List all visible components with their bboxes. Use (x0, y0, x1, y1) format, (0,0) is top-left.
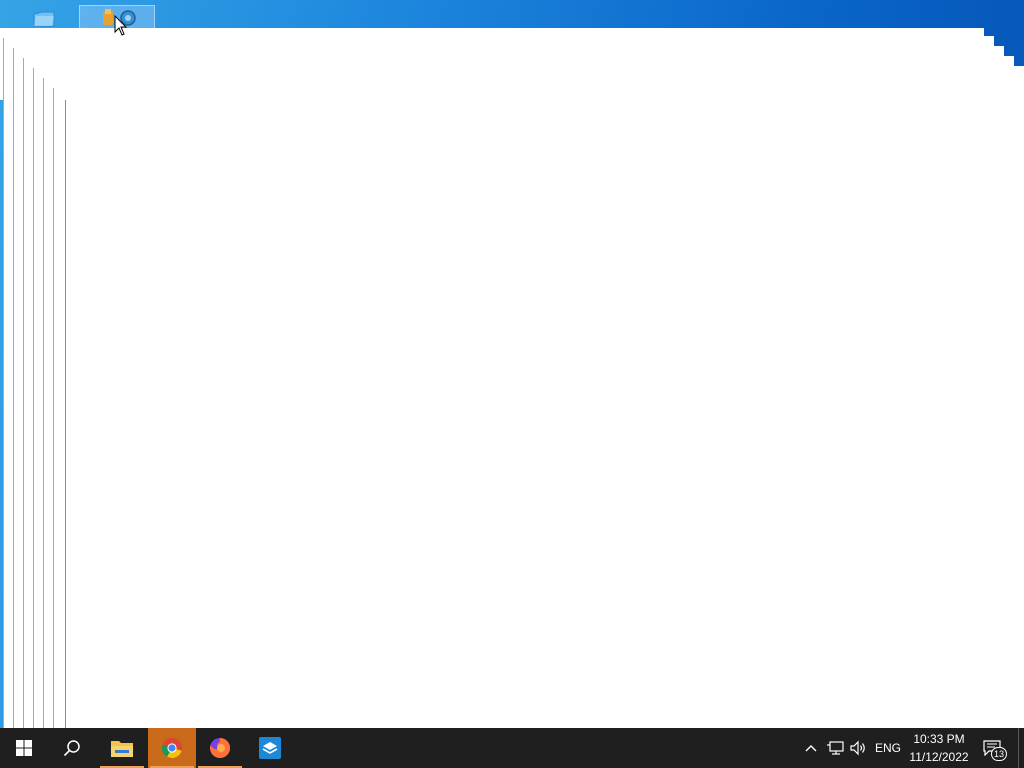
action-center-button[interactable]: 13 (980, 728, 1016, 768)
window-step-2 (994, 46, 1004, 100)
edge-line-4 (33, 68, 34, 100)
taskbar-file-explorer[interactable] (98, 728, 146, 768)
edge-line-5 (43, 78, 44, 100)
chrome-icon (161, 738, 182, 759)
window-step-3 (1004, 56, 1014, 100)
show-hidden-icons-chevron-icon[interactable] (804, 742, 818, 754)
notification-count-badge: 13 (991, 747, 1007, 761)
clock-date: 11/12/2022 (909, 750, 969, 764)
search-icon (63, 740, 80, 757)
mouse-cursor-icon (114, 15, 128, 36)
firefox-icon (210, 737, 231, 758)
window-step-4 (1014, 66, 1024, 100)
clock[interactable]: 10:33 PM 11/12/2022 (906, 730, 972, 766)
edge-line-6 (53, 88, 54, 100)
clock-time: 10:33 PM (913, 732, 965, 746)
taskbar-chrome[interactable] (148, 728, 196, 768)
network-icon[interactable] (826, 740, 844, 756)
taskbar-box-app[interactable] (246, 728, 294, 768)
taskbar-firefox[interactable] (196, 728, 244, 768)
window-step-1 (984, 36, 994, 100)
search-button[interactable] (48, 728, 96, 768)
box-app-icon (259, 737, 281, 759)
edge-line-3 (23, 58, 24, 100)
folder-shortcut-icon[interactable] (30, 6, 60, 30)
windows-logo-icon (16, 740, 32, 756)
volume-icon[interactable] (849, 740, 867, 756)
desktop (0, 0, 1024, 728)
language-indicator[interactable]: ENG (875, 741, 901, 755)
show-desktop-button[interactable] (1018, 728, 1024, 768)
edge-line-1 (3, 38, 4, 100)
edge-line-2 (13, 48, 14, 100)
window-top-edge (0, 28, 984, 100)
taskbar: ENG 10:33 PM 11/12/2022 13 (0, 728, 1024, 768)
folder-icon (111, 741, 133, 757)
start-button[interactable] (0, 728, 48, 768)
blank-window-7[interactable] (65, 100, 1024, 728)
